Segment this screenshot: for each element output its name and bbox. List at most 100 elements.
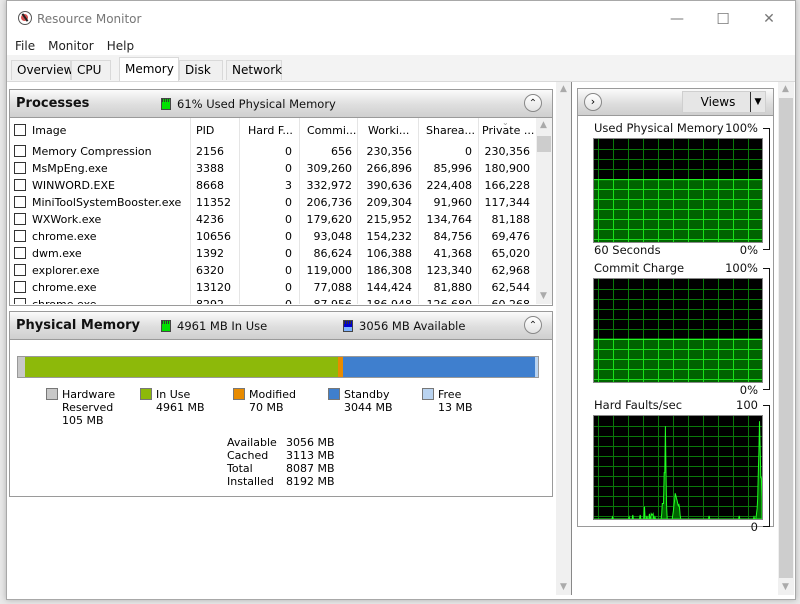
cell-private: 166,228	[484, 179, 531, 192]
collapse-physical-memory-button[interactable]: ⌃	[524, 316, 542, 334]
graphs-scroll-thumb[interactable]	[779, 98, 793, 578]
minimize-button[interactable]: —	[657, 5, 697, 33]
row-checkbox[interactable]	[14, 196, 26, 208]
table-row[interactable]: dwm.exe 1392 0 86,624 106,388 41,368 65,020	[10, 245, 536, 262]
tab-cpu[interactable]: CPU	[71, 60, 111, 80]
table-row[interactable]: MsMpEng.exe 3388 0 309,260 266,896 85,996 180,…	[10, 160, 536, 177]
cell-commit: 119,000	[306, 264, 353, 277]
row-checkbox[interactable]	[14, 281, 26, 293]
row-checkbox[interactable]	[14, 247, 26, 259]
tab-disk[interactable]: Disk	[179, 60, 223, 80]
column-header[interactable]: Private ... ⌄	[482, 118, 534, 139]
legend-swatch	[422, 388, 434, 400]
available-text: 3056 MB Available	[359, 319, 466, 333]
graph-fill-area	[594, 338, 762, 382]
row-checkbox[interactable]	[14, 298, 26, 304]
cell-commit: 86,624	[313, 247, 353, 260]
scroll-up-arrow-icon[interactable]: ▲	[536, 118, 551, 133]
cell-shareable: 134,764	[426, 213, 473, 226]
cell-commit: 87,956	[300, 296, 353, 304]
maximize-button[interactable]: ☐	[703, 5, 743, 33]
row-checkbox[interactable]	[14, 230, 26, 242]
cell-pid: 8292	[196, 296, 241, 304]
cell-hard: 0	[285, 281, 292, 294]
cell-commit: 179,620	[306, 213, 353, 226]
table-row[interactable]: chrome.exe 10656 0 93,048 154,232 84,756 69,47…	[10, 228, 536, 245]
column-header[interactable]: Hard F...	[248, 122, 298, 139]
cell-shareable: 81,880	[433, 281, 473, 294]
row-checkbox[interactable]	[14, 145, 26, 157]
graph-hard-faults-sec: Hard Faults/sec 100 0	[578, 398, 775, 534]
resource-monitor-app-icon	[18, 11, 32, 25]
expand-graphs-button[interactable]: ›	[584, 93, 602, 111]
bar-segment-in-use	[24, 357, 339, 377]
cell-shareable: 91,960	[433, 196, 473, 209]
cell-private: 81,188	[491, 213, 531, 226]
legend-swatch	[328, 388, 340, 400]
graph-max-label: 100	[736, 398, 758, 412]
table-row[interactable]: WXWork.exe 4236 0 179,620 215,952 134,764 81,1…	[10, 211, 536, 228]
processes-scrollbar[interactable]: ▲ ▼	[536, 118, 552, 304]
column-header[interactable]: Image	[32, 122, 182, 139]
stat-label: Cached	[227, 449, 269, 462]
processes-header[interactable]: Processes 61% Used Physical Memory ⌃	[10, 90, 552, 118]
bar-segment-standby	[342, 357, 535, 377]
legend-label: Hardware Reserved 105 MB	[62, 388, 116, 427]
left-pane-scrollbar[interactable]: ▲ ▼	[556, 82, 571, 595]
cell-working: 230,356	[366, 145, 413, 158]
row-checkbox[interactable]	[14, 162, 26, 174]
tab-memory[interactable]: Memory	[119, 57, 179, 81]
graph-min-label: 0%	[739, 243, 758, 257]
collapse-processes-button[interactable]: ⌃	[524, 94, 542, 112]
graphs-scrollbar[interactable]: ▲ ▼	[778, 82, 794, 595]
column-header[interactable]: Commi...	[307, 122, 357, 139]
menu-file[interactable]: File	[10, 37, 40, 55]
graph-min-label: 0%	[739, 383, 758, 397]
cell-commit: 93,048	[313, 230, 353, 243]
cell-working: 215,952	[366, 213, 413, 226]
tab-network[interactable]: Network	[226, 60, 282, 80]
table-row[interactable]: chrome.exe 13120 0 77,088 144,424 81,880 62,54…	[10, 279, 536, 296]
column-header[interactable]: Worki...	[368, 122, 418, 139]
scroll-down-arrow-icon[interactable]: ▼	[556, 580, 571, 595]
processes-scroll-thumb[interactable]	[537, 136, 551, 152]
cell-shareable: 85,996	[433, 162, 473, 175]
physical-memory-header[interactable]: Physical Memory 4961 MB In Use 3056 MB A…	[10, 312, 552, 340]
cell-commit: 332,972	[306, 179, 353, 192]
stat-row: Available 3056 MB	[227, 436, 357, 449]
scroll-down-arrow-icon[interactable]: ▼	[536, 289, 551, 304]
in-use-gauge-icon	[161, 320, 171, 332]
scroll-up-arrow-icon[interactable]: ▲	[556, 82, 571, 97]
legend-label: Standby 3044 MB	[344, 388, 393, 414]
row-checkbox[interactable]	[14, 179, 26, 191]
table-row[interactable]: explorer.exe 6320 0 119,000 186,308 123,340 62…	[10, 262, 536, 279]
available-gauge-icon	[343, 320, 353, 332]
cell-commit: 206,736	[306, 196, 353, 209]
select-all-checkbox[interactable]	[14, 124, 26, 136]
cell-pid: 8668	[196, 179, 224, 192]
used-physical-memory-indicator: 61% Used Physical Memory	[161, 97, 336, 111]
views-label: Views	[700, 95, 736, 109]
row-checkbox[interactable]	[14, 264, 26, 276]
row-checkbox[interactable]	[14, 213, 26, 225]
column-header[interactable]: Sharea...	[426, 122, 478, 139]
close-button[interactable]: ✕	[749, 5, 789, 33]
menu-monitor[interactable]: Monitor	[43, 37, 99, 55]
table-header-row: Image PID Hard F... Commi... Worki... Sharea.…	[10, 118, 536, 139]
table-row[interactable]: WINWORD.EXE 8668 3 332,972 390,636 224,408 166…	[10, 177, 536, 194]
table-row[interactable]: chrome.exe 82920 87,956 186,948 126,680 60,26…	[10, 296, 536, 304]
table-row[interactable]: Memory Compression 2156 0 656 230,356 0 230,35…	[10, 143, 536, 160]
graphs-container: Used Physical Memory 100% 0% 60 Seconds Comm…	[577, 116, 774, 534]
cell-hard: 0	[285, 247, 292, 260]
table-row[interactable]: MiniToolSystemBooster.exe 11352 0 206,736 20…	[10, 194, 536, 211]
menu-help[interactable]: Help	[102, 37, 139, 55]
pane-splitter[interactable]	[571, 82, 572, 595]
views-dropdown-arrow-icon[interactable]: ▼	[750, 92, 765, 112]
graph-title: Commit Charge	[594, 261, 685, 275]
scroll-down-arrow-icon[interactable]: ▼	[778, 580, 793, 595]
column-header[interactable]: PID	[196, 122, 236, 139]
scroll-up-arrow-icon[interactable]: ▲	[778, 82, 793, 97]
physical-memory-title: Physical Memory	[16, 318, 141, 333]
views-button[interactable]: Views ▼	[682, 91, 766, 113]
tab-overview[interactable]: Overview	[11, 60, 74, 80]
